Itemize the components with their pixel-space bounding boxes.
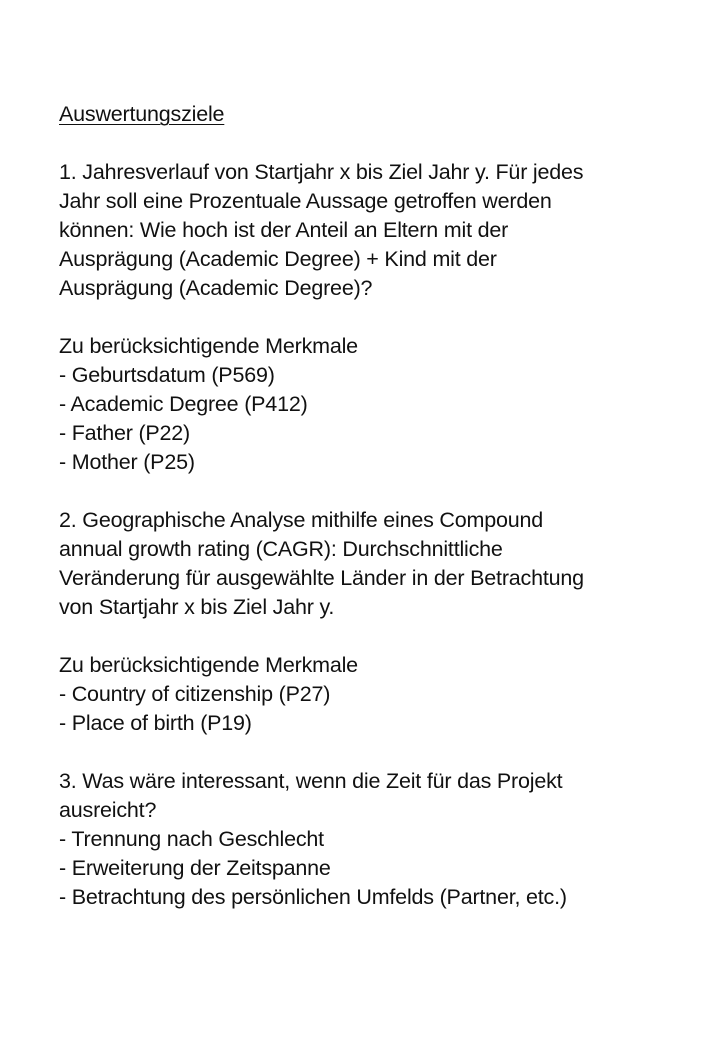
feature-item: - Father (P22) bbox=[59, 421, 191, 445]
document-body: Auswertungsziele 1. Jahresverlauf von St… bbox=[59, 100, 699, 912]
goal-2-line: 2. Geographische Analyse mithilfe eines … bbox=[59, 508, 543, 532]
goal-1-description: 1. Jahresverlauf von Startjahr x bis Zie… bbox=[59, 158, 699, 303]
features-heading: Zu berücksichtigende Merkmale bbox=[59, 653, 358, 677]
goal-2-line: annual growth rating (CAGR): Durchschnit… bbox=[59, 537, 503, 561]
goal-1-line: können: Wie hoch ist der Anteil an Elter… bbox=[59, 218, 509, 242]
goal-2-line: Veränderung für ausgewählte Länder in de… bbox=[59, 566, 584, 590]
goal-1-line: Ausprägung (Academic Degree)? bbox=[59, 276, 373, 300]
goal-1-line: 1. Jahresverlauf von Startjahr x bis Zie… bbox=[59, 160, 584, 184]
goal-3-item: - Erweiterung der Zeitspanne bbox=[59, 856, 331, 880]
goal-3-line: 3. Was wäre interessant, wenn die Zeit f… bbox=[59, 769, 563, 793]
goal-2-description: 2. Geographische Analyse mithilfe eines … bbox=[59, 506, 699, 622]
goal-3-item: - Betrachtung des persönlichen Umfelds (… bbox=[59, 885, 567, 909]
goal-1-features: Zu berücksichtigende Merkmale - Geburtsd… bbox=[59, 332, 699, 477]
document-title: Auswertungsziele bbox=[59, 102, 225, 126]
goal-2-line: von Startjahr x bis Ziel Jahr y. bbox=[59, 595, 335, 619]
goal-3-line: ausreicht? bbox=[59, 798, 157, 822]
goal-3-item: - Trennung nach Geschlecht bbox=[59, 827, 324, 851]
features-heading: Zu berücksichtigende Merkmale bbox=[59, 334, 358, 358]
feature-item: - Geburtsdatum (P569) bbox=[59, 363, 275, 387]
goal-3-description: 3. Was wäre interessant, wenn die Zeit f… bbox=[59, 767, 699, 912]
feature-item: - Academic Degree (P412) bbox=[59, 392, 308, 416]
goal-1-line: Jahr soll eine Prozentuale Aussage getro… bbox=[59, 189, 552, 213]
feature-item: - Place of birth (P19) bbox=[59, 711, 252, 735]
feature-item: - Mother (P25) bbox=[59, 450, 195, 474]
feature-item: - Country of citizenship (P27) bbox=[59, 682, 331, 706]
goal-2-features: Zu berücksichtigende Merkmale - Country … bbox=[59, 651, 699, 738]
goal-1-line: Ausprägung (Academic Degree) + Kind mit … bbox=[59, 247, 497, 271]
